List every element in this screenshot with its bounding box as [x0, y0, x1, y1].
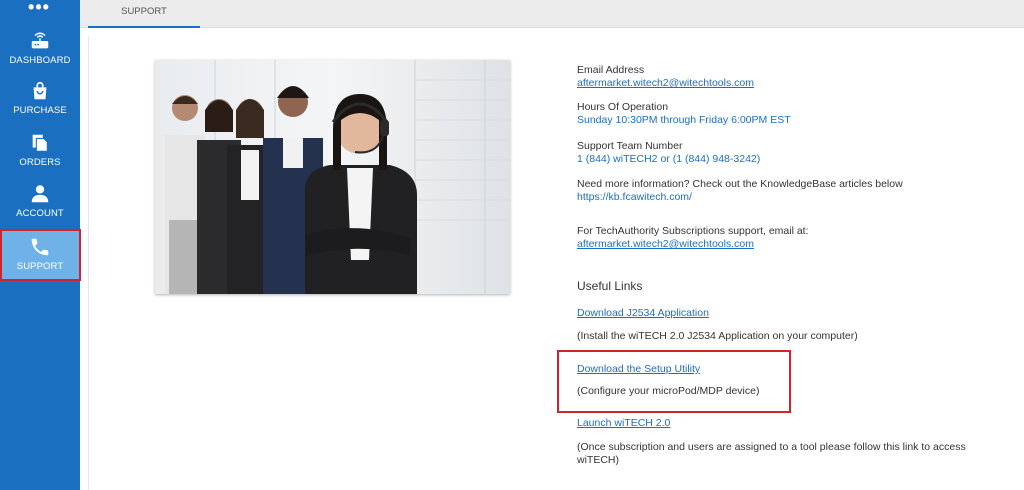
sidebar-item-purchase[interactable]: PURCHASE — [0, 80, 80, 130]
useful-link-item: Launch wiTECH 2.0 — [577, 417, 1017, 429]
phone-label: Support Team Number — [577, 140, 683, 152]
app-window: ••• DASHBOARD PURCHASE ORDERS ACCOUNT SU… — [0, 0, 1024, 490]
hours-value: Sunday 10:30PM through Friday 6:00PM EST — [577, 114, 791, 126]
sidebar: ••• DASHBOARD PURCHASE ORDERS ACCOUNT SU… — [0, 0, 81, 490]
kb-link[interactable]: https://kb.fcawitech.com/ — [577, 191, 1017, 204]
download-j2534-link[interactable]: Download J2534 Application — [577, 307, 709, 319]
phone-value: 1 (844) wiTECH2 or (1 (844) 948-3242) — [577, 153, 761, 165]
useful-links-heading: Useful Links — [577, 279, 643, 293]
sidebar-item-label: SUPPORT — [16, 261, 64, 272]
sidebar-item-label: DASHBOARD — [9, 55, 71, 66]
launch-witech-link[interactable]: Launch wiTECH 2.0 — [577, 417, 670, 429]
email-label: Email Address — [577, 64, 645, 76]
download-setup-utility-desc: (Configure your microPod/MDP device) — [577, 385, 760, 397]
useful-link-item: Download J2534 Application — [577, 307, 1017, 319]
techauthority-email-link[interactable]: aftermarket.witech2@witechtools.com — [577, 238, 1017, 251]
sidebar-item-account[interactable]: ACCOUNT — [0, 183, 80, 233]
phone-icon — [31, 238, 49, 256]
sidebar-item-label: PURCHASE — [13, 105, 67, 116]
tab-support[interactable]: SUPPORT — [88, 0, 200, 28]
download-j2534-desc: (Install the wiTECH 2.0 J2534 Applicatio… — [577, 330, 858, 342]
useful-link-item: Download the Setup Utility — [577, 363, 1017, 375]
kb-section: Need more information? Check out the Kno… — [577, 178, 1017, 204]
sidebar-item-label: ORDERS — [19, 157, 61, 168]
sidebar-item-dashboard[interactable]: DASHBOARD — [0, 30, 80, 80]
sidebar-item-support[interactable]: SUPPORT — [0, 230, 80, 280]
sidebar-item-label: ACCOUNT — [16, 208, 64, 219]
person-icon — [31, 185, 49, 203]
support-team-image — [155, 60, 510, 294]
top-tab-bar: SUPPORT — [80, 0, 1024, 28]
techauthority-label: For TechAuthority Subscriptions support,… — [577, 225, 809, 237]
support-team-photo — [155, 60, 510, 294]
kb-label: Need more information? Check out the Kno… — [577, 178, 903, 190]
shopping-bag-icon — [33, 81, 47, 100]
sidebar-item-orders[interactable]: ORDERS — [0, 132, 80, 182]
phone-section: Support Team Number 1 (844) wiTECH2 or (… — [577, 140, 1017, 166]
email-section: Email Address aftermarket.witech2@witech… — [577, 64, 1017, 90]
hours-section: Hours Of Operation Sunday 10:30PM throug… — [577, 101, 1017, 127]
more-dots-icon[interactable]: ••• — [24, 0, 54, 16]
hours-label: Hours Of Operation — [577, 101, 669, 113]
download-setup-utility-link[interactable]: Download the Setup Utility — [577, 363, 700, 375]
email-link[interactable]: aftermarket.witech2@witechtools.com — [577, 77, 1017, 90]
router-icon — [31, 32, 49, 49]
launch-witech-desc: (Once subscription and users are assigne… — [577, 441, 966, 466]
documents-icon — [32, 134, 48, 152]
techauthority-section: For TechAuthority Subscriptions support,… — [577, 225, 1017, 251]
